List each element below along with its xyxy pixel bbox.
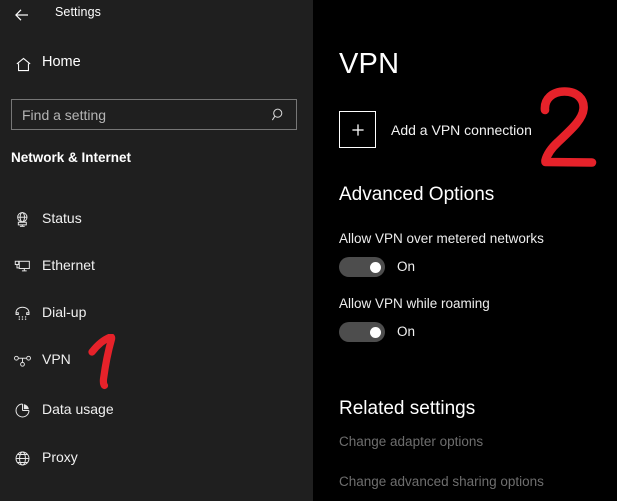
window-title: Settings: [55, 5, 101, 19]
sidebar-item-dialup[interactable]: Dial-up: [0, 295, 313, 331]
toggle-allow-vpn-metered[interactable]: [339, 257, 385, 277]
related-settings-heading: Related settings: [339, 398, 476, 419]
sidebar-item-label: Status: [42, 210, 82, 226]
sidebar-item-label: Data usage: [42, 401, 114, 417]
setting-label-metered: Allow VPN over metered networks: [339, 231, 544, 246]
sidebar: Settings Home Network & Internet: [0, 0, 313, 501]
add-vpn-connection-label: Add a VPN connection: [391, 122, 532, 138]
toggle-allow-vpn-roaming[interactable]: [339, 322, 385, 342]
advanced-options-heading: Advanced Options: [339, 184, 495, 205]
ethernet-icon: [11, 255, 33, 277]
category-title: Network & Internet: [11, 150, 132, 165]
dialup-phone-icon: [11, 302, 33, 324]
sidebar-item-home[interactable]: Home: [0, 50, 313, 80]
globe-icon: [11, 447, 33, 469]
sidebar-item-ethernet[interactable]: Ethernet: [0, 248, 313, 284]
sidebar-item-label: Ethernet: [42, 257, 95, 273]
status-globe-icon: [11, 208, 33, 230]
link-change-adapter-options[interactable]: Change adapter options: [339, 434, 483, 449]
page-title: VPN: [339, 48, 400, 80]
sidebar-item-label: Dial-up: [42, 304, 87, 320]
sidebar-item-status[interactable]: Status: [0, 201, 313, 237]
home-icon: [11, 52, 35, 76]
toggle-knob: [370, 262, 381, 273]
sidebar-item-vpn[interactable]: VPN: [0, 342, 313, 378]
search-icon[interactable]: [270, 106, 288, 124]
title-bar: Settings: [0, 0, 313, 30]
link-change-advanced-sharing-options[interactable]: Change advanced sharing options: [339, 474, 544, 489]
sidebar-item-label: VPN: [42, 351, 71, 367]
search-input[interactable]: [22, 100, 272, 129]
sidebar-item-data-usage[interactable]: Data usage: [0, 392, 313, 428]
main-content: VPN Add a VPN connection Advanced Option…: [313, 0, 617, 501]
toggle-knob: [370, 327, 381, 338]
sidebar-item-label: Home: [42, 54, 81, 70]
sidebar-item-label: Proxy: [42, 449, 78, 465]
settings-window: Settings Home Network & Internet: [0, 0, 617, 501]
plus-icon: [339, 111, 376, 148]
sidebar-item-proxy[interactable]: Proxy: [0, 440, 313, 476]
back-arrow-icon[interactable]: [11, 4, 33, 26]
vpn-nodes-icon: [11, 349, 33, 371]
toggle-state-label: On: [397, 259, 416, 274]
toggle-state-label: On: [397, 324, 416, 339]
setting-label-roaming: Allow VPN while roaming: [339, 296, 490, 311]
pie-chart-icon: [11, 399, 33, 421]
search-box[interactable]: [11, 99, 297, 130]
